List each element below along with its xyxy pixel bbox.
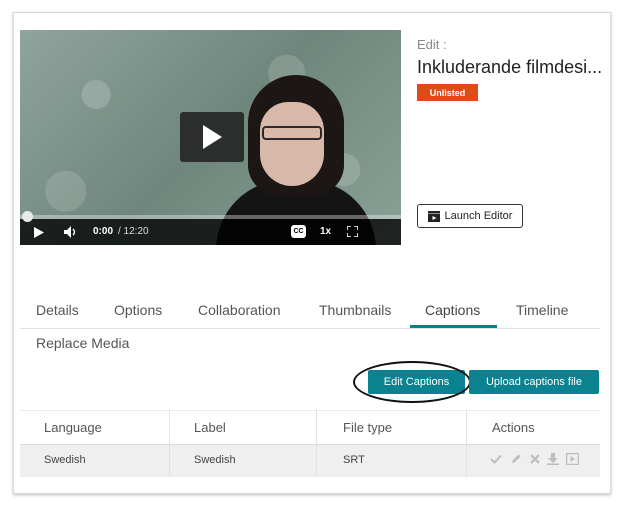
total-time: / 12:20 <box>118 226 149 237</box>
tab-collaboration[interactable]: Collaboration <box>198 302 281 318</box>
play-icon[interactable] <box>34 227 44 238</box>
media-title: Inkluderande filmdesi... <box>417 57 603 77</box>
tab-divider <box>20 328 600 329</box>
tab-options[interactable]: Options <box>114 302 162 318</box>
tab-thumbnails[interactable]: Thumbnails <box>319 302 391 318</box>
launch-editor-button[interactable]: Launch Editor <box>417 204 523 228</box>
tab-timeline[interactable]: Timeline <box>516 302 568 318</box>
column-header-file-type: File type <box>343 420 393 435</box>
column-divider <box>316 410 317 476</box>
column-divider <box>466 410 467 476</box>
clapperboard-icon <box>427 210 440 222</box>
check-icon[interactable] <box>490 453 502 465</box>
tab-captions[interactable]: Captions <box>425 302 480 318</box>
video-player[interactable]: 0:00 / 12:20 CC 1x <box>20 30 401 245</box>
closed-captions-icon[interactable]: CC <box>291 225 306 238</box>
playback-speed[interactable]: 1x <box>320 226 331 237</box>
cell-language: Swedish <box>44 454 86 466</box>
player-controls: 0:00 / 12:20 CC 1x <box>20 211 401 245</box>
cell-file-type: SRT <box>343 454 365 466</box>
pencil-icon[interactable] <box>510 453 522 465</box>
highlight-ellipse <box>353 361 471 403</box>
progress-handle[interactable] <box>22 211 33 222</box>
cell-label: Swedish <box>194 454 236 466</box>
tab-details[interactable]: Details <box>36 302 79 318</box>
column-header-language: Language <box>44 420 102 435</box>
status-badge: Unlisted <box>417 84 478 101</box>
video-person-glasses <box>262 126 322 140</box>
launch-editor-label: Launch Editor <box>444 210 513 222</box>
tab-replace-media[interactable]: Replace Media <box>36 335 129 351</box>
video-person-face <box>260 102 324 186</box>
column-divider <box>169 410 170 476</box>
play-icon <box>203 125 222 149</box>
current-time: 0:00 <box>93 226 114 237</box>
active-tab-indicator <box>410 325 497 328</box>
column-header-label: Label <box>194 420 226 435</box>
volume-icon[interactable] <box>64 226 78 238</box>
upload-captions-label: Upload captions file <box>485 376 582 388</box>
upload-captions-button[interactable]: Upload captions file <box>469 370 599 394</box>
preview-icon[interactable] <box>566 453 579 465</box>
delete-icon[interactable] <box>529 453 541 465</box>
edit-label: Edit : <box>417 37 447 52</box>
fullscreen-icon[interactable] <box>347 226 358 237</box>
column-header-actions: Actions <box>492 420 535 435</box>
download-icon[interactable] <box>547 453 559 465</box>
play-overlay-button[interactable] <box>180 112 244 162</box>
progress-bar[interactable] <box>20 215 401 219</box>
